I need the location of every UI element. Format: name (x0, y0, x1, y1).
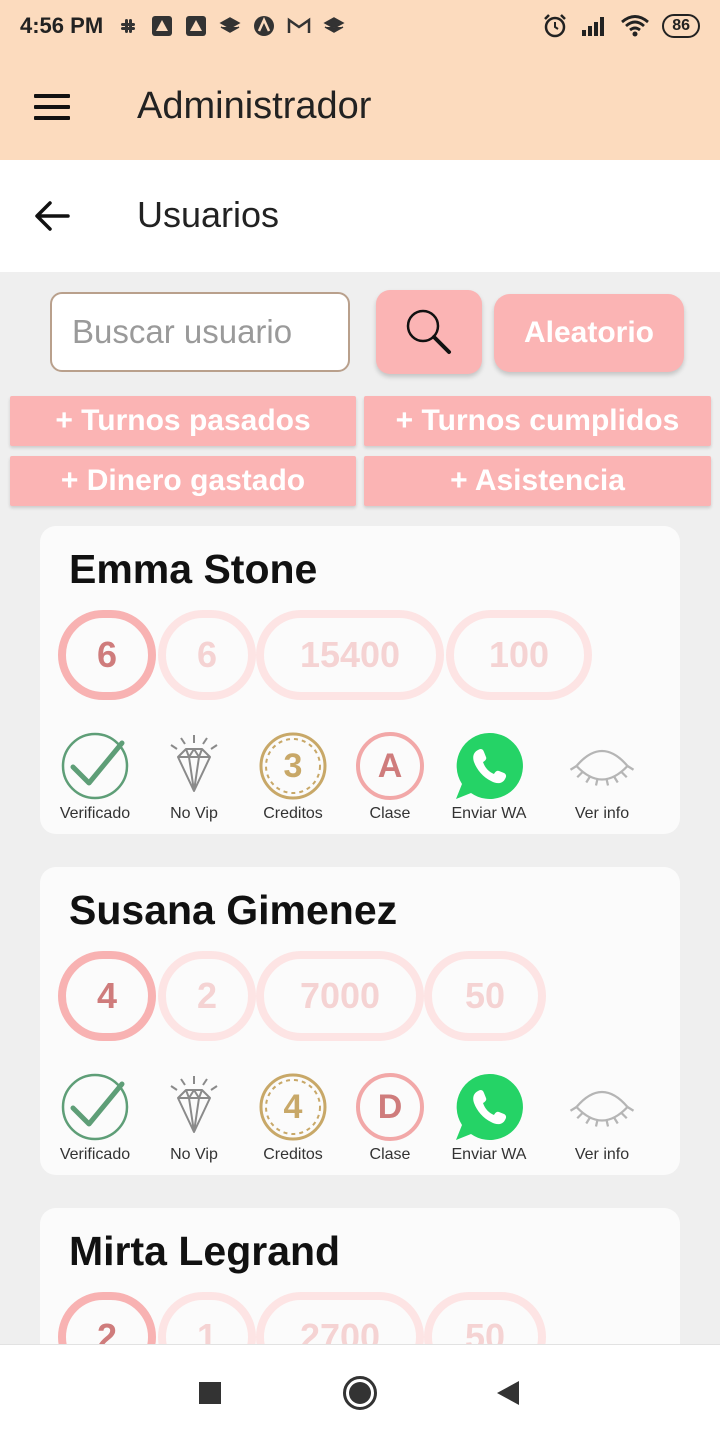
view-info-label: Ver info (574, 805, 630, 822)
arch-icon (254, 16, 275, 36)
filter-asistencia-button[interactable]: + Asistencia (364, 456, 711, 506)
stat-turnos-pasados: 6 (58, 610, 156, 700)
stat-asistencia: 50 (424, 951, 546, 1041)
system-nav-bar (0, 1344, 720, 1440)
verified-check-icon (61, 732, 129, 800)
credits-value: 3 (283, 746, 303, 785)
credits-label: Creditos (263, 805, 323, 822)
page-title: Usuarios (137, 194, 280, 235)
back-button[interactable] (488, 1373, 528, 1413)
credits-value: 4 (283, 1087, 303, 1126)
stat-dinero-gastado: 7000 (256, 951, 424, 1041)
user-card[interactable]: Emma Stone 6 6 15400 100 Verificado No V… (40, 526, 680, 834)
app-icon (186, 16, 207, 36)
diamond-icon (170, 735, 218, 792)
stat-turnos-pasados: 4 (58, 951, 156, 1041)
view-info-label: Ver info (574, 1146, 630, 1163)
back-triangle-icon (497, 1381, 519, 1405)
credits-action[interactable]: 3 Creditos (243, 730, 343, 830)
vip-label: No Vip (170, 1146, 218, 1163)
diamond-icon (170, 1076, 218, 1133)
notification-icons (117, 15, 345, 37)
app-title: Administrador (137, 84, 372, 127)
status-time: 4:56 PM (20, 13, 104, 38)
verified-label: Verificado (59, 1146, 131, 1163)
verified-label: Verificado (59, 805, 131, 822)
view-info-action[interactable]: Ver info (552, 730, 652, 830)
whatsapp-icon (456, 1073, 523, 1140)
user-card[interactable]: Susana Gimenez 4 2 7000 50 Verificado No… (40, 867, 680, 1175)
app-bar: Administrador (0, 52, 720, 160)
whatsapp-action[interactable]: Enviar WA (439, 730, 539, 830)
whatsapp-action[interactable]: Enviar WA (439, 1071, 539, 1171)
filter-turnos-pasados-button[interactable]: + Turnos pasados (10, 396, 356, 446)
credits-action[interactable]: 4 Creditos (243, 1071, 343, 1171)
home-button[interactable] (340, 1373, 380, 1413)
credits-label: Creditos (263, 1146, 323, 1163)
class-action[interactable]: D Clase (340, 1071, 440, 1171)
verified-check-icon (61, 1073, 129, 1141)
sub-bar: Usuarios (0, 160, 720, 272)
verified-action[interactable]: Verificado (45, 1071, 145, 1171)
stat-asistencia: 100 (446, 610, 592, 700)
user-name: Susana Gimenez (69, 887, 398, 933)
search-icon (406, 309, 451, 354)
wifi-icon (621, 15, 650, 37)
home-circle-icon (343, 1376, 377, 1410)
signal-icon (582, 17, 605, 36)
class-label: Clase (369, 1146, 411, 1163)
class-value: D (377, 1087, 403, 1126)
stat-turnos-cumplidos: 6 (158, 610, 256, 700)
stat-dinero-gastado: 15400 (256, 610, 444, 700)
search-button[interactable] (376, 290, 482, 374)
class-label: Clase (369, 805, 411, 822)
whatsapp-icon (456, 732, 523, 799)
slack-icon (121, 19, 136, 33)
menu-icon[interactable] (34, 94, 70, 120)
verified-action[interactable]: Verificado (45, 730, 145, 830)
filter-dinero-gastado-button[interactable]: + Dinero gastado (10, 456, 356, 506)
vip-action[interactable]: No Vip (144, 730, 244, 830)
whatsapp-label: Enviar WA (451, 805, 527, 822)
closed-eye-icon (569, 1091, 635, 1127)
view-info-action[interactable]: Ver info (552, 1071, 652, 1171)
class-value: A (377, 746, 403, 785)
stack-icon (323, 17, 345, 33)
whatsapp-label: Enviar WA (451, 1146, 527, 1163)
vip-label: No Vip (170, 805, 218, 822)
stack-icon (219, 17, 241, 33)
user-name: Emma Stone (69, 546, 318, 592)
battery-indicator: 86 (662, 14, 700, 38)
recents-square-icon (199, 1382, 221, 1404)
stat-turnos-cumplidos: 2 (158, 951, 256, 1041)
closed-eye-icon (569, 750, 635, 786)
filter-turnos-cumplidos-button[interactable]: + Turnos cumplidos (364, 396, 711, 446)
user-name: Mirta Legrand (69, 1228, 341, 1274)
alarm-icon (544, 14, 567, 38)
vip-action[interactable]: No Vip (144, 1071, 244, 1171)
app-icon (152, 16, 173, 36)
recents-button[interactable] (190, 1373, 230, 1413)
random-button[interactable]: Aleatorio (494, 294, 684, 372)
search-input[interactable] (50, 292, 350, 372)
class-action[interactable]: A Clase (340, 730, 440, 830)
status-bar: 4:56 PM 86 (0, 0, 720, 52)
back-arrow-icon[interactable] (32, 196, 72, 236)
status-right: 86 (542, 13, 700, 39)
gmail-icon (287, 17, 311, 33)
